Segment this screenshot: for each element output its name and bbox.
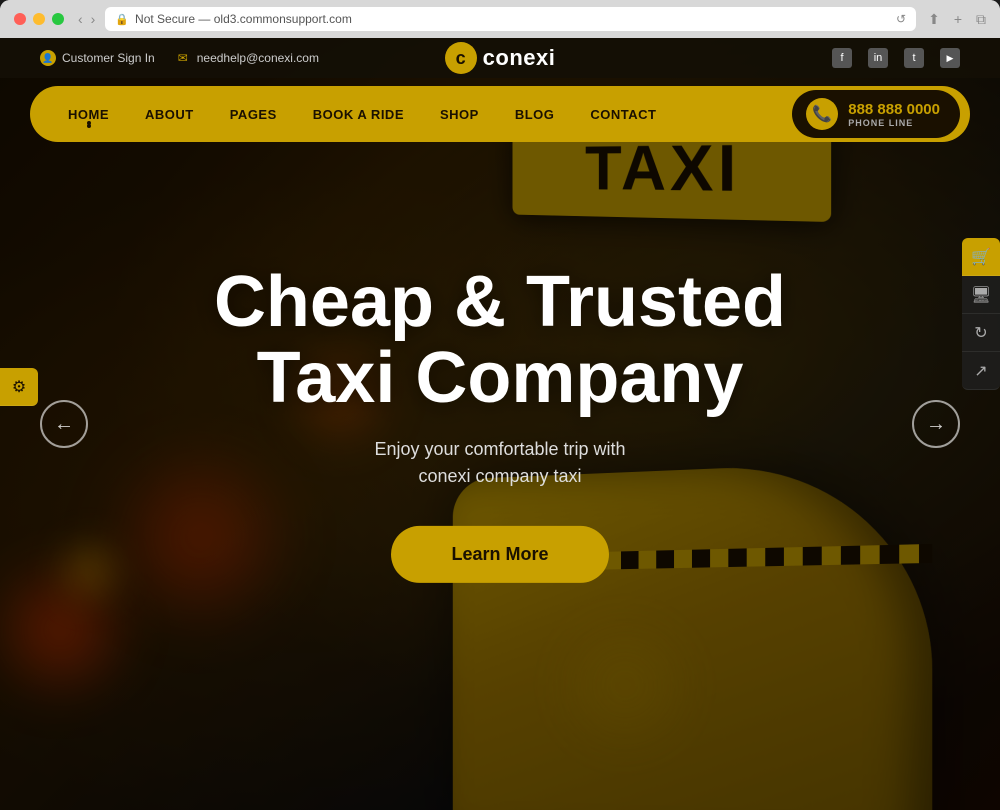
logo[interactable]: c conexi	[445, 42, 556, 74]
refresh-tool[interactable]: ↻	[962, 314, 1000, 352]
side-tool-left: ⚙	[0, 368, 38, 406]
lock-icon: 🔒	[115, 13, 129, 26]
next-arrow-icon: →	[926, 413, 946, 436]
logo-text: conexi	[483, 45, 556, 71]
nav-blog[interactable]: BLOG	[497, 99, 573, 130]
social-icons: f in t ▶	[555, 48, 960, 68]
nav-home[interactable]: HOME	[50, 99, 127, 130]
slider-prev-button[interactable]: ←	[40, 400, 88, 448]
email-label: needhelp@conexi.com	[197, 51, 319, 65]
nav-bar: HOME ABOUT PAGES BOOK A RIDE SHOP BLOG C…	[30, 86, 970, 142]
learn-more-button[interactable]: Learn More	[391, 526, 608, 583]
browser-back-button[interactable]: ‹	[78, 11, 83, 27]
dot-close[interactable]	[14, 13, 26, 25]
browser-addressbar[interactable]: 🔒 Not Secure — old3.commonsupport.com ↺	[105, 7, 916, 31]
email-item[interactable]: ✉ needhelp@conexi.com	[175, 50, 319, 66]
top-bar-left: 👤 Customer Sign In ✉ needhelp@conexi.com	[40, 50, 445, 66]
phone-label: PHONE LINE	[848, 118, 940, 128]
nav-shop[interactable]: SHOP	[422, 99, 497, 130]
monitor-tool[interactable]: 🖥	[962, 276, 1000, 314]
signin-item[interactable]: 👤 Customer Sign In	[40, 50, 155, 66]
browser-toolbar-actions: ⬆ + ⧉	[928, 11, 986, 28]
hero-subtitle: Enjoy your comfortable trip with conexi …	[150, 436, 850, 490]
share-browser-icon[interactable]: ⬆	[928, 11, 940, 28]
linkedin-icon[interactable]: in	[868, 48, 888, 68]
new-tab-icon[interactable]: +	[954, 11, 962, 28]
signin-label: Customer Sign In	[62, 51, 155, 65]
nav-book-ride[interactable]: BOOK A RIDE	[295, 99, 422, 130]
nav-active-dot	[87, 121, 91, 125]
settings-tool[interactable]: ⚙	[0, 368, 38, 406]
browser-forward-button[interactable]: ›	[91, 11, 96, 27]
nav-links: HOME ABOUT PAGES BOOK A RIDE SHOP BLOG C…	[50, 99, 792, 130]
browser-nav-controls: ‹ ›	[78, 11, 95, 27]
share-tool[interactable]: ↗	[962, 352, 1000, 390]
hero-title: Cheap & Trusted Taxi Company	[150, 265, 850, 416]
hero-content: Cheap & Trusted Taxi Company Enjoy your …	[150, 265, 850, 583]
phone-icon: 📞	[806, 98, 838, 130]
browser-chrome: ‹ › 🔒 Not Secure — old3.commonsupport.co…	[0, 0, 1000, 810]
slider-next-button[interactable]: →	[912, 400, 960, 448]
nav-about[interactable]: ABOUT	[127, 99, 212, 130]
address-text: Not Secure — old3.commonsupport.com	[135, 12, 352, 26]
user-icon: 👤	[40, 50, 56, 66]
top-bar: 👤 Customer Sign In ✉ needhelp@conexi.com…	[0, 38, 1000, 78]
cart-tool[interactable]: 🛒	[962, 238, 1000, 276]
nav-contact[interactable]: CONTACT	[572, 99, 674, 130]
logo-icon: c	[445, 42, 477, 74]
side-tools-right: 🛒 🖥 ↻ ↗	[962, 238, 1000, 390]
phone-number: 888 888 0000	[848, 101, 940, 118]
mail-icon: ✉	[175, 50, 191, 66]
nav-phone[interactable]: 📞 888 888 0000 PHONE LINE	[792, 90, 960, 138]
tabs-icon[interactable]: ⧉	[976, 11, 986, 28]
youtube-icon[interactable]: ▶	[940, 48, 960, 68]
prev-arrow-icon: ←	[54, 413, 74, 436]
browser-content: TAXI 👤 Customer Sign In ✉	[0, 38, 1000, 810]
dot-maximize[interactable]	[52, 13, 64, 25]
facebook-icon[interactable]: f	[832, 48, 852, 68]
browser-titlebar: ‹ › 🔒 Not Secure — old3.commonsupport.co…	[0, 0, 1000, 38]
dot-minimize[interactable]	[33, 13, 45, 25]
reload-icon[interactable]: ↺	[896, 12, 906, 26]
nav-phone-text: 888 888 0000 PHONE LINE	[848, 101, 940, 128]
twitter-icon[interactable]: t	[904, 48, 924, 68]
browser-dots	[14, 13, 64, 25]
nav-pages[interactable]: PAGES	[212, 99, 295, 130]
